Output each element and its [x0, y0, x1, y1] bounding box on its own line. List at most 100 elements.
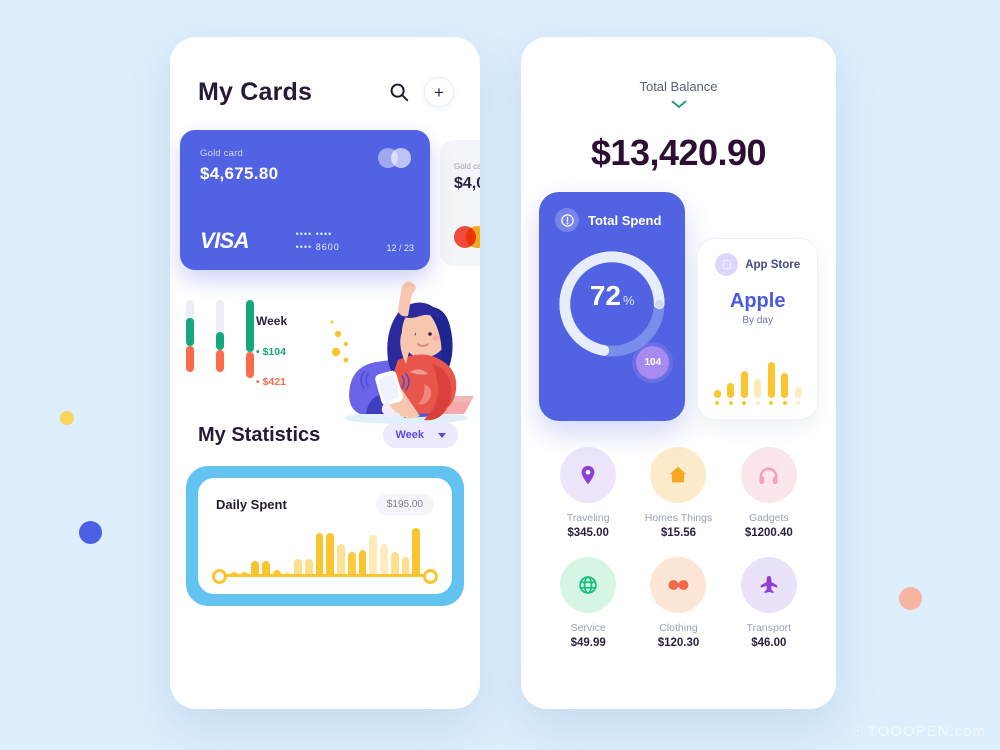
card-secondary[interactable]: Gold ca $4,0 — [440, 140, 480, 266]
page-title: My Cards — [198, 77, 313, 106]
bar — [380, 543, 388, 576]
app-subtitle: By day — [742, 315, 773, 326]
bar-column — [712, 390, 722, 405]
watermark-text: TOOOPEN.com — [867, 723, 986, 740]
category-name: Clothing — [659, 622, 698, 634]
daily-spent-title: Daily Spent — [216, 497, 287, 512]
card-primary-amount: $4,675.80 — [200, 164, 279, 183]
card-secondary-label: Gold ca — [454, 162, 480, 171]
card-secondary-amount: $4,0 — [454, 175, 480, 192]
daily-spent-bars — [230, 524, 420, 576]
mastercard-icon — [454, 226, 480, 248]
watermark-mark: ☉ — [852, 724, 865, 739]
total-spend-header: Total Spend — [539, 208, 685, 232]
glasses-icon — [650, 557, 707, 613]
category-amount: $345.00 — [567, 527, 609, 539]
mini-chart-loss: • $421 — [256, 376, 286, 388]
category-name: Transport — [746, 622, 792, 634]
bar — [326, 532, 335, 576]
visa-logo: VISA — [200, 228, 250, 253]
daily-spent-header: Daily Spent $195.00 — [216, 494, 434, 515]
location-pin-icon — [560, 447, 617, 503]
chevron-down-icon — [438, 432, 446, 438]
yellow-dot — [60, 411, 74, 425]
bar-column — [793, 386, 803, 405]
daily-spent-axis — [220, 574, 430, 577]
daily-spent-amount: $195.00 — [375, 494, 434, 515]
globe-icon — [560, 557, 617, 613]
chart-handle-left[interactable] — [212, 569, 227, 584]
total-spend-title: Total Spend — [588, 212, 662, 228]
headphones-icon — [740, 447, 797, 503]
category-name: Traveling — [566, 512, 610, 524]
info-icon — [555, 208, 579, 232]
total-balance-label: Total Balance — [639, 79, 718, 94]
app-store-card[interactable]:  App Store Apple By day — [697, 238, 818, 420]
bar-column — [753, 378, 763, 405]
bar — [315, 532, 324, 576]
card-number-line1: •••• •••• — [295, 229, 333, 239]
category-item-transport[interactable]: Transport $46.00 — [724, 557, 814, 649]
daily-spent-chart — [208, 524, 442, 584]
card-primary-bottom: VISA •••• •••• •••• 8600 12 / 23 — [200, 228, 414, 254]
header-actions: + — [388, 77, 454, 107]
phone-screen-my-cards: My Cards + Gold ca $4,0 Gold card — [170, 37, 480, 709]
bar — [347, 552, 356, 576]
weekly-summary-row: Week • $104 • $421 — [170, 281, 480, 424]
bar — [412, 528, 420, 576]
home-icon — [650, 447, 707, 503]
card-expiry: 12 / 23 — [386, 243, 414, 253]
category-name: Service — [570, 622, 606, 634]
category-item-traveling[interactable]: Traveling $345.00 — [543, 447, 633, 539]
total-spend-card[interactable]: Total Spend 72% 104 — [539, 192, 686, 421]
chart-handle-right[interactable] — [423, 569, 438, 584]
daily-spent-inner: Daily Spent $195.00 — [198, 478, 452, 594]
chevron-down-icon[interactable] — [671, 100, 687, 109]
bar-column — [739, 371, 749, 405]
card-primary-label: Gold card — [200, 148, 243, 159]
bar — [369, 534, 378, 576]
category-grid: Traveling $345.00 Homes Things $15.56 Gadget… — [521, 421, 836, 649]
card-number: •••• •••• •••• 8600 — [296, 228, 340, 254]
left-header: My Cards + — [170, 37, 480, 107]
category-item-gadgets[interactable]: Gadgets $1200.40 — [724, 447, 814, 539]
category-amount: $1200.40 — [744, 527, 793, 539]
total-balance-amount: $13,420.90 — [590, 132, 767, 173]
search-icon[interactable] — [388, 81, 410, 103]
status-badge[interactable]: 104 — [636, 346, 670, 379]
category-name: Homes Things — [644, 512, 713, 524]
app-name: Apple — [729, 290, 786, 312]
bar-column — [780, 373, 790, 405]
peach-dot — [899, 587, 922, 610]
category-item-clothing[interactable]: Clothing $120.30 — [633, 557, 723, 649]
card-number-line2: •••• 8600 — [295, 242, 340, 252]
app-store-name: App Store — [745, 258, 801, 271]
watermark: ☉ TOOOPEN.com — [852, 723, 986, 740]
card-primary-top: Gold card $4,675.80 — [200, 148, 412, 184]
category-item-service[interactable]: Service $49.99 — [543, 557, 633, 649]
card-last4: 8600 — [315, 242, 340, 252]
bar — [390, 552, 399, 576]
category-name: Gadgets — [748, 512, 789, 524]
category-item-homes-things[interactable]: Homes Things $15.56 — [633, 447, 723, 539]
app-store-header:  App Store — [698, 253, 817, 276]
mini-bar-chart — [186, 300, 254, 378]
category-amount: $120.30 — [657, 637, 700, 649]
bar — [358, 550, 367, 576]
card-primary[interactable]: Gold card $4,675.80 VISA •••• •••• •••• … — [180, 130, 430, 270]
mini-chart-period: Week — [256, 314, 288, 328]
category-amount: $49.99 — [570, 637, 606, 649]
bar-column — [726, 382, 736, 405]
bar — [337, 543, 345, 576]
category-amount: $46.00 — [751, 637, 787, 649]
mini-chart-gain: • $104 — [256, 346, 286, 358]
plane-icon — [740, 557, 797, 613]
card-carousel: Gold ca $4,0 Gold card $4,675.80 VISA ••… — [170, 130, 480, 278]
daily-spent-card: Daily Spent $195.00 — [186, 466, 464, 606]
card-chip-icon — [378, 148, 412, 168]
add-card-button[interactable]: + — [424, 77, 454, 107]
percent-symbol: % — [622, 293, 635, 308]
mini-chart-legend: Week • $104 • $421 — [256, 314, 287, 388]
plus-icon: + — [434, 82, 444, 102]
apple-icon:  — [715, 253, 739, 276]
